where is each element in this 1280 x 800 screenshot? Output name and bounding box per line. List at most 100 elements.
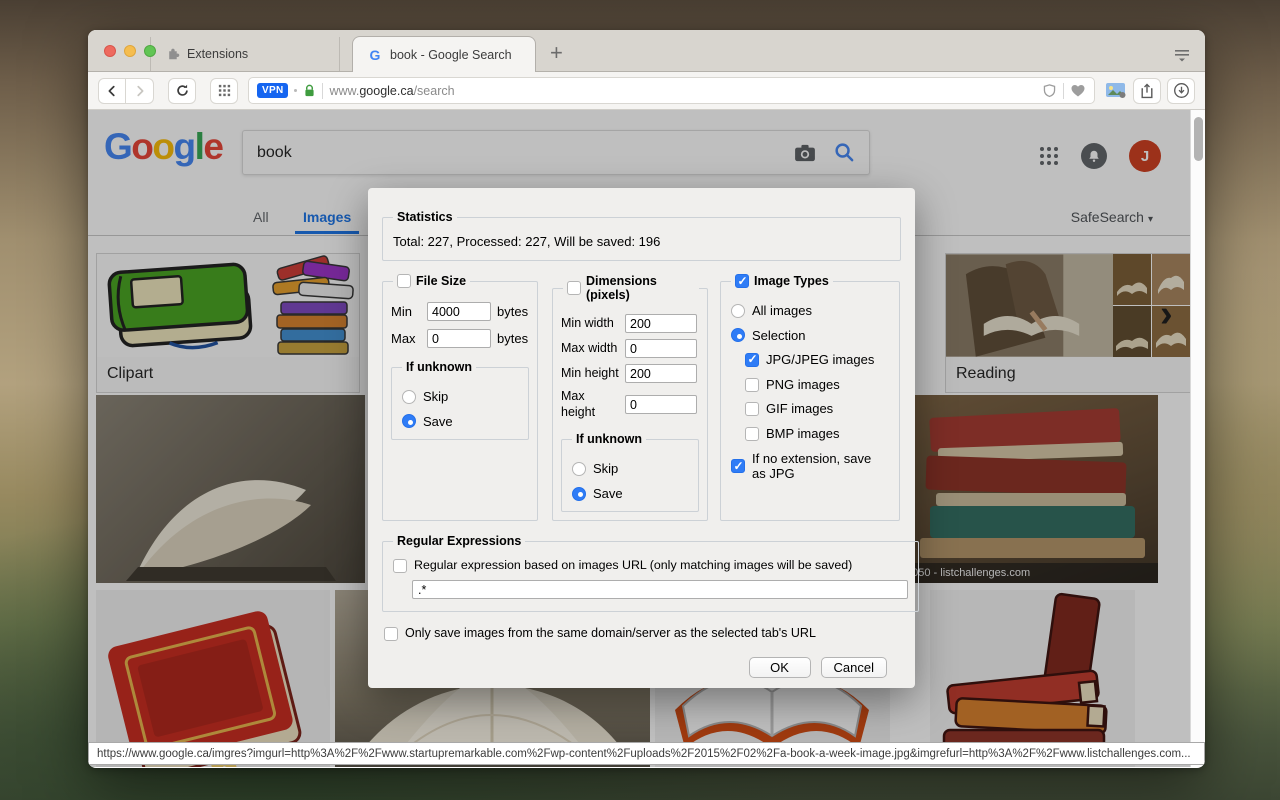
vpn-badge[interactable]: VPN — [257, 83, 288, 98]
heart-icon[interactable] — [1070, 83, 1086, 98]
max-size-unit: bytes — [497, 331, 528, 346]
forward-button[interactable] — [126, 78, 154, 104]
dimensions-checkbox[interactable] — [567, 281, 581, 295]
statistics-legend: Statistics — [393, 210, 457, 224]
min-size-label: Min — [391, 304, 421, 319]
png-label: PNG images — [766, 377, 840, 393]
reload-button[interactable] — [168, 78, 196, 104]
url-domain: google.ca — [359, 84, 413, 98]
close-window-button[interactable] — [104, 45, 116, 57]
dimensions-if-unknown-fieldset: If unknown Skip Save — [561, 432, 699, 512]
list-all-tabs-icon[interactable] — [1173, 48, 1191, 62]
browser-window: Extensions G book - Google Search + — [88, 30, 1205, 768]
selection-radio[interactable] — [731, 328, 745, 342]
regex-legend: Regular Expressions — [393, 534, 525, 548]
jpg-label: JPG/JPEG images — [766, 352, 874, 368]
separator-dot — [294, 89, 297, 92]
min-height-input[interactable] — [625, 364, 697, 383]
image-types-fieldset: Image Types All images Selection JPG/JPE… — [720, 274, 900, 521]
max-size-input[interactable] — [427, 329, 491, 348]
status-bar: https://www.google.ca/imgres?imgurl=http… — [88, 742, 1205, 765]
skip-label: Skip — [423, 389, 448, 405]
downloads-button[interactable] — [1167, 78, 1195, 104]
gif-checkbox[interactable] — [745, 402, 759, 416]
regex-pattern-input[interactable] — [412, 580, 908, 599]
ok-button[interactable]: OK — [749, 657, 811, 678]
regex-checkbox-label: Regular expression based on images URL (… — [414, 558, 852, 573]
regex-fieldset: Regular Expressions Regular expression b… — [382, 534, 919, 612]
same-domain-label: Only save images from the same domain/se… — [405, 626, 816, 641]
url-prefix: www. — [329, 84, 359, 98]
file-size-fieldset: File Size Min bytes Max bytes If unknown — [382, 274, 538, 521]
url-bar[interactable]: VPN www.google.ca/search — [248, 77, 1095, 104]
min-width-label: Min width — [561, 316, 619, 332]
if-unknown-legend: If unknown — [572, 432, 646, 446]
vertical-scrollbar[interactable] — [1190, 110, 1205, 767]
max-height-label: Max height — [561, 389, 619, 420]
lock-icon[interactable] — [303, 84, 316, 98]
dims-unknown-save-radio[interactable] — [572, 487, 586, 501]
size-unknown-skip-radio[interactable] — [402, 390, 416, 404]
image-types-legend: Image Types — [731, 274, 833, 288]
tab-extensions[interactable]: Extensions — [150, 37, 340, 71]
url-path: /search — [414, 84, 455, 98]
share-button[interactable] — [1133, 78, 1161, 104]
skip-label: Skip — [593, 461, 618, 477]
tab-google-search[interactable]: G book - Google Search — [352, 36, 536, 72]
jpg-checkbox[interactable] — [745, 353, 759, 367]
bmp-label: BMP images — [766, 426, 839, 442]
all-images-label: All images — [752, 303, 812, 319]
navigation-toolbar: VPN www.google.ca/search — [88, 72, 1205, 110]
gif-label: GIF images — [766, 401, 833, 417]
png-checkbox[interactable] — [745, 378, 759, 392]
shield-icon[interactable] — [1042, 83, 1057, 99]
max-size-label: Max — [391, 331, 421, 346]
save-label: Save — [423, 414, 453, 430]
size-unknown-save-radio[interactable] — [402, 414, 416, 428]
min-height-label: Min height — [561, 366, 619, 382]
cancel-button[interactable]: Cancel — [821, 657, 887, 678]
tab-label: Extensions — [187, 47, 248, 61]
max-width-label: Max width — [561, 341, 619, 357]
file-size-if-unknown-fieldset: If unknown Skip Save — [391, 360, 529, 440]
dimensions-fieldset: Dimensions (pixels) Min width Max width … — [552, 274, 708, 521]
minimize-window-button[interactable] — [124, 45, 136, 57]
file-size-checkbox[interactable] — [397, 274, 411, 288]
zoom-window-button[interactable] — [144, 45, 156, 57]
dimensions-legend: Dimensions (pixels) — [563, 274, 699, 302]
forward-arrow-icon — [133, 84, 147, 98]
min-size-input[interactable] — [427, 302, 491, 321]
download-icon — [1173, 82, 1190, 99]
no-extension-label: If no extension, save as JPG — [752, 451, 880, 482]
no-extension-checkbox[interactable] — [731, 459, 745, 473]
image-downloader-extension-icon[interactable] — [1105, 82, 1127, 99]
max-height-input[interactable] — [625, 395, 697, 414]
reload-icon — [175, 83, 190, 98]
window-controls — [104, 45, 156, 57]
back-button[interactable] — [98, 78, 126, 104]
image-types-label: Image Types — [754, 274, 829, 288]
file-size-label: File Size — [416, 274, 466, 288]
status-url: https://www.google.ca/imgres?imgurl=http… — [97, 748, 1191, 760]
dims-unknown-skip-radio[interactable] — [572, 462, 586, 476]
min-width-input[interactable] — [625, 314, 697, 333]
image-downloader-dialog: Statistics Total: 227, Processed: 227, W… — [368, 188, 915, 688]
if-unknown-legend: If unknown — [402, 360, 476, 374]
grid-icon — [217, 83, 232, 98]
max-width-input[interactable] — [625, 339, 697, 358]
new-tab-button[interactable]: + — [550, 42, 563, 64]
tab-label: book - Google Search — [390, 48, 512, 62]
statistics-fieldset: Statistics Total: 227, Processed: 227, W… — [382, 210, 901, 261]
back-arrow-icon — [105, 84, 119, 98]
same-domain-checkbox[interactable] — [384, 627, 398, 641]
bmp-checkbox[interactable] — [745, 427, 759, 441]
tab-bar: Extensions G book - Google Search + — [88, 30, 1205, 72]
share-icon — [1140, 83, 1154, 99]
url-separator — [1063, 83, 1064, 99]
top-sites-button[interactable] — [210, 78, 238, 104]
all-images-radio[interactable] — [731, 304, 745, 318]
url-text[interactable]: www.google.ca/search — [329, 84, 1036, 98]
regex-checkbox[interactable] — [393, 559, 407, 573]
scrollbar-thumb[interactable] — [1194, 117, 1203, 161]
image-types-checkbox[interactable] — [735, 274, 749, 288]
